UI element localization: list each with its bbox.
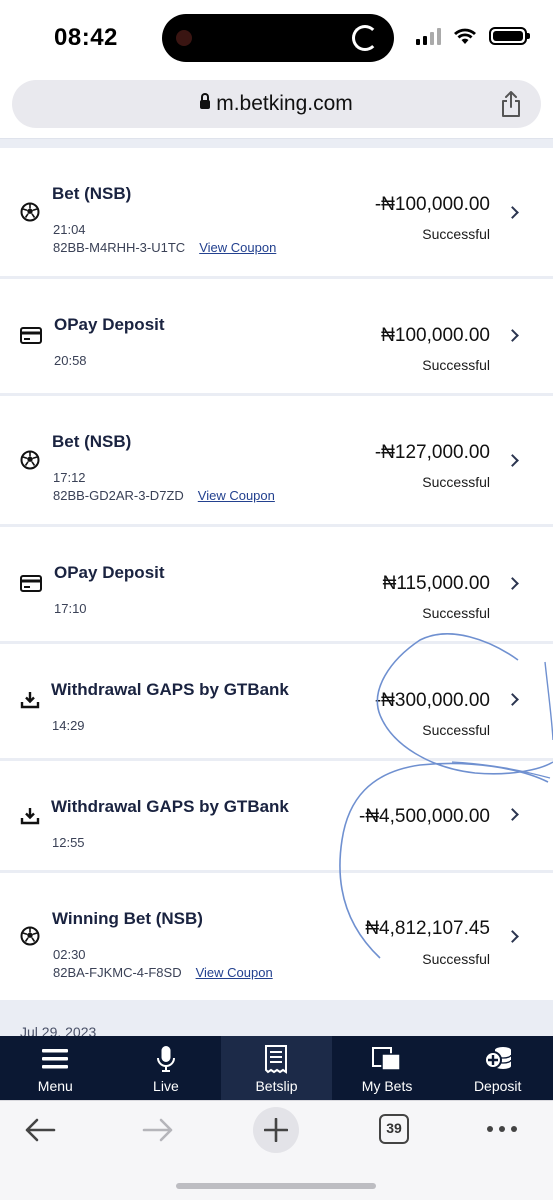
transaction-time: 20:58 xyxy=(54,353,87,368)
transaction-amount: ₦115,000.00 xyxy=(382,573,490,594)
chevron-right-icon[interactable] xyxy=(506,206,519,219)
coupon-code-text: 82BB-GD2AR-3-D7ZD xyxy=(53,488,184,503)
home-indicator xyxy=(176,1183,376,1189)
transaction-title: Winning Bet (NSB) xyxy=(52,909,203,928)
coupon-code: 82BB-M4RHH-3-U1TC View Coupon xyxy=(53,240,276,255)
transaction-title: OPay Deposit xyxy=(54,563,165,582)
transaction-status: Successful xyxy=(422,357,490,373)
view-coupon-link[interactable]: View Coupon xyxy=(198,488,275,503)
download-icon xyxy=(20,808,40,825)
nav-deposit[interactable]: Deposit xyxy=(442,1036,553,1100)
soccer-ball-icon xyxy=(20,202,40,222)
status-time: 08:42 xyxy=(54,24,118,51)
transaction-amount: -₦4,500,000.00 xyxy=(359,806,490,827)
card-icon xyxy=(20,327,42,344)
chevron-right-icon[interactable] xyxy=(506,693,519,706)
transaction-title: OPay Deposit xyxy=(54,315,165,334)
transaction-time: 17:12 xyxy=(53,470,86,485)
transaction-status: Successful xyxy=(422,951,490,967)
deposit-icon xyxy=(483,1044,513,1074)
betslip-icon xyxy=(264,1044,288,1074)
transaction-status: Successful xyxy=(422,605,490,621)
transaction-time: 02:30 xyxy=(53,947,86,962)
nav-menu[interactable]: Menu xyxy=(0,1036,111,1100)
bottom-navigation: Menu Live Betslip My Bets Deposit xyxy=(0,1036,553,1100)
transaction-amount: -₦300,000.00 xyxy=(374,690,490,711)
nav-deposit-label: Deposit xyxy=(473,1078,522,1094)
loading-spinner-icon xyxy=(352,25,378,51)
chevron-right-icon[interactable] xyxy=(506,930,519,943)
transaction-row[interactable]: OPay Deposit 20:58 ₦100,000.00 Successfu… xyxy=(0,279,553,393)
view-coupon-link[interactable]: View Coupon xyxy=(196,965,273,980)
transaction-status: Successful xyxy=(422,474,490,490)
status-bar: 08:42 xyxy=(0,0,553,76)
soccer-ball-icon xyxy=(20,926,40,946)
soccer-ball-icon xyxy=(20,450,40,470)
chevron-right-icon[interactable] xyxy=(506,808,519,821)
dynamic-island xyxy=(162,14,394,62)
transaction-row[interactable]: Bet (NSB) 17:12 82BB-GD2AR-3-D7ZD View Co… xyxy=(0,396,553,524)
transaction-time: 12:55 xyxy=(52,835,85,850)
date-group-label: Jul 29, 2023 xyxy=(20,1024,97,1036)
wifi-icon xyxy=(454,28,476,44)
menu-icon xyxy=(41,1044,69,1074)
transaction-row[interactable]: OPay Deposit 17:10 ₦115,000.00 Successfu… xyxy=(0,527,553,641)
transaction-row[interactable]: Withdrawal GAPS by GTBank 14:29 -₦300,00… xyxy=(0,644,553,758)
nav-menu-label: Menu xyxy=(37,1078,73,1094)
nav-betslip[interactable]: Betslip xyxy=(221,1036,332,1100)
coupon-code: 82BB-GD2AR-3-D7ZD View Coupon xyxy=(53,488,275,503)
nav-betslip-label: Betslip xyxy=(255,1078,298,1094)
nav-my-bets[interactable]: My Bets xyxy=(332,1036,443,1100)
url-text: m.betking.com xyxy=(216,92,353,115)
share-icon[interactable] xyxy=(499,90,523,118)
transaction-row[interactable]: Withdrawal GAPS by GTBank 12:55 -₦4,500,… xyxy=(0,761,553,870)
tab-count: 39 xyxy=(386,1120,402,1136)
new-tab-button[interactable] xyxy=(253,1107,299,1153)
tabs-button[interactable]: 39 xyxy=(379,1114,409,1144)
back-arrow-icon[interactable] xyxy=(24,1117,56,1143)
url-display[interactable]: m.betking.com xyxy=(12,92,541,116)
coupon-code-text: 82BA-FJKMC-4-F8SD xyxy=(53,965,182,980)
nav-my-bets-label: My Bets xyxy=(361,1078,413,1094)
chevron-right-icon[interactable] xyxy=(506,329,519,342)
coupon-code: 82BA-FJKMC-4-F8SD View Coupon xyxy=(53,965,273,980)
transaction-amount: -₦100,000.00 xyxy=(374,194,490,215)
plus-icon xyxy=(264,1118,288,1142)
card-icon xyxy=(20,575,42,592)
transaction-title: Withdrawal GAPS by GTBank xyxy=(51,680,289,699)
forward-arrow-icon[interactable] xyxy=(142,1117,174,1143)
transaction-amount: -₦127,000.00 xyxy=(374,442,490,463)
chevron-right-icon[interactable] xyxy=(506,577,519,590)
transaction-row[interactable]: Bet (NSB) 21:04 82BB-M4RHH-3-U1TC View Co… xyxy=(0,148,553,276)
transaction-row[interactable]: Winning Bet (NSB) 02:30 82BA-FJKMC-4-F8S… xyxy=(0,873,553,1000)
nav-live[interactable]: Live xyxy=(111,1036,222,1100)
transaction-time: 17:10 xyxy=(54,601,87,616)
transaction-time: 14:29 xyxy=(52,718,85,733)
transaction-status: Successful xyxy=(422,226,490,242)
download-icon xyxy=(20,692,40,709)
transaction-time: 21:04 xyxy=(53,222,86,237)
coupon-code-text: 82BB-M4RHH-3-U1TC xyxy=(53,240,186,255)
transaction-status: Successful xyxy=(422,722,490,738)
status-icons xyxy=(416,27,530,45)
chevron-right-icon[interactable] xyxy=(506,454,519,467)
more-options-icon[interactable] xyxy=(486,1125,518,1133)
transaction-title: Bet (NSB) xyxy=(52,432,132,451)
camera-icon xyxy=(176,30,192,46)
transaction-amount: ₦100,000.00 xyxy=(381,325,490,346)
cellular-signal-icon xyxy=(416,27,441,45)
address-bar[interactable]: m.betking.com xyxy=(12,80,541,128)
list-top-divider xyxy=(0,138,553,148)
my-bets-icon xyxy=(372,1044,402,1074)
transaction-title: Withdrawal GAPS by GTBank xyxy=(51,797,289,816)
transaction-amount: ₦4,812,107.45 xyxy=(365,918,490,939)
lock-icon xyxy=(200,93,211,109)
nav-live-label: Live xyxy=(153,1078,179,1094)
battery-icon xyxy=(489,27,530,45)
view-coupon-link[interactable]: View Coupon xyxy=(199,240,276,255)
transaction-title: Bet (NSB) xyxy=(52,184,132,203)
microphone-icon xyxy=(156,1044,176,1074)
transaction-list[interactable]: Bet (NSB) 21:04 82BB-M4RHH-3-U1TC View Co… xyxy=(0,138,553,1036)
